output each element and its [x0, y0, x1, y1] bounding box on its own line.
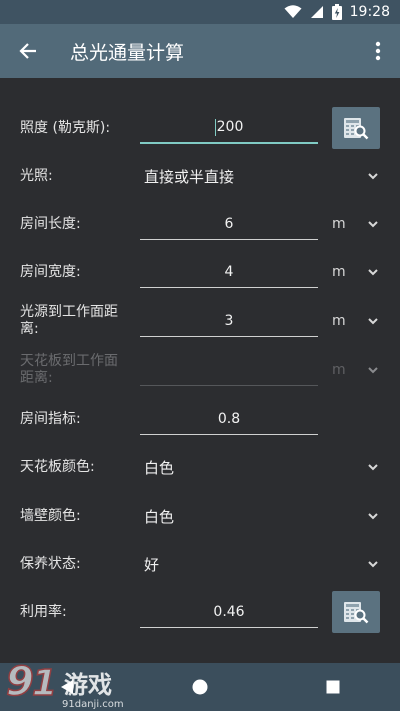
ceiling-color-select[interactable]: 白色: [144, 443, 174, 491]
row-ceiling-to-work: 天花板到工作面距离: m: [0, 346, 400, 394]
lighting-select[interactable]: 直接或半直接: [144, 152, 234, 200]
room-length-input[interactable]: 6: [140, 208, 318, 240]
chevron-down-icon[interactable]: [366, 460, 380, 474]
light-to-work-label: 光源到工作面距离:: [20, 304, 118, 337]
chevron-down-icon[interactable]: [366, 217, 380, 231]
app-bar: 总光通量计算: [0, 24, 400, 78]
illuminance-input[interactable]: 200: [140, 112, 318, 144]
row-room-width: 房间宽度: 4 m: [0, 248, 400, 296]
illuminance-label: 照度 (勒克斯):: [20, 119, 111, 136]
row-utilization: 利用率: 0.46: [0, 588, 400, 636]
illuminance-calc-button[interactable]: [332, 107, 380, 149]
maintenance-label: 保养状态:: [20, 555, 81, 572]
ceiling-color-label: 天花板颜色:: [20, 458, 95, 475]
illuminance-value: 200: [216, 119, 244, 135]
utilization-label: 利用率:: [20, 603, 67, 620]
room-length-unit[interactable]: m: [332, 200, 346, 248]
wall-color-label: 墙壁颜色:: [20, 507, 81, 524]
row-illuminance: 照度 (勒克斯): 200: [0, 104, 400, 152]
chevron-down-icon[interactable]: [366, 169, 380, 183]
chevron-down-icon[interactable]: [366, 557, 380, 571]
text-cursor: [214, 118, 216, 136]
system-nav-bar: [0, 663, 400, 711]
battery-icon: [331, 4, 342, 20]
lighting-label: 光照:: [20, 167, 53, 184]
room-width-input[interactable]: 4: [140, 256, 318, 288]
nav-back-button[interactable]: [27, 663, 107, 711]
room-length-label: 房间长度:: [20, 215, 81, 232]
utilization-calc-button[interactable]: [332, 591, 380, 633]
more-vert-icon: [375, 41, 381, 61]
circle-home-icon: [192, 679, 208, 695]
signal-icon: [310, 6, 323, 18]
square-recents-icon: [326, 680, 340, 694]
light-to-work-unit[interactable]: m: [332, 297, 346, 345]
room-width-value: 4: [224, 263, 234, 280]
triangle-back-icon: [60, 680, 73, 694]
back-button[interactable]: [0, 24, 56, 78]
wifi-icon: [284, 5, 302, 18]
arrow-left-icon: [19, 43, 36, 59]
row-maintenance[interactable]: 保养状态: 好: [0, 540, 400, 588]
ceiling-to-work-unit: m: [332, 362, 346, 378]
ceiling-to-work-input: [140, 354, 318, 386]
utilization-value: 0.46: [213, 603, 245, 620]
row-light-to-work: 光源到工作面距离: 3 m: [0, 297, 400, 345]
light-to-work-input[interactable]: 3: [140, 305, 318, 337]
maintenance-select[interactable]: 好: [144, 540, 159, 588]
chevron-down-icon: [368, 367, 378, 374]
utilization-input[interactable]: 0.46: [140, 596, 318, 628]
overflow-menu-button[interactable]: [356, 24, 400, 78]
light-to-work-value: 3: [224, 312, 234, 329]
wall-color-select[interactable]: 白色: [144, 492, 174, 540]
chevron-down-icon[interactable]: [366, 509, 380, 523]
row-lighting[interactable]: 光照: 直接或半直接: [0, 152, 400, 200]
page-title: 总光通量计算: [70, 41, 185, 64]
nav-home-button[interactable]: [160, 663, 240, 711]
row-room-length: 房间长度: 6 m: [0, 200, 400, 248]
row-ceiling-color[interactable]: 天花板颜色: 白色: [0, 443, 400, 491]
nav-recents-button[interactable]: [293, 663, 373, 711]
chevron-down-icon[interactable]: [366, 265, 380, 279]
calculator-search-icon: [344, 118, 369, 140]
calculator-search-icon: [344, 602, 369, 624]
room-index-value: 0.8: [217, 410, 241, 427]
form-content: 照度 (勒克斯): 200 光照: 直接或半直接 房间长度: 6 m 房间宽度:…: [0, 78, 400, 663]
ceiling-to-work-label: 天花板到工作面距离:: [20, 353, 118, 386]
room-index-input[interactable]: 0.8: [140, 403, 318, 435]
status-time: 19:28: [349, 4, 390, 20]
chevron-down-icon[interactable]: [366, 314, 380, 328]
room-width-unit[interactable]: m: [332, 248, 346, 296]
room-index-label: 房间指标:: [20, 410, 81, 427]
row-wall-color[interactable]: 墙壁颜色: 白色: [0, 492, 400, 540]
status-bar: 19:28: [0, 0, 400, 24]
row-room-index: 房间指标: 0.8: [0, 395, 400, 443]
room-length-value: 6: [224, 215, 234, 232]
room-width-label: 房间宽度:: [20, 263, 81, 280]
